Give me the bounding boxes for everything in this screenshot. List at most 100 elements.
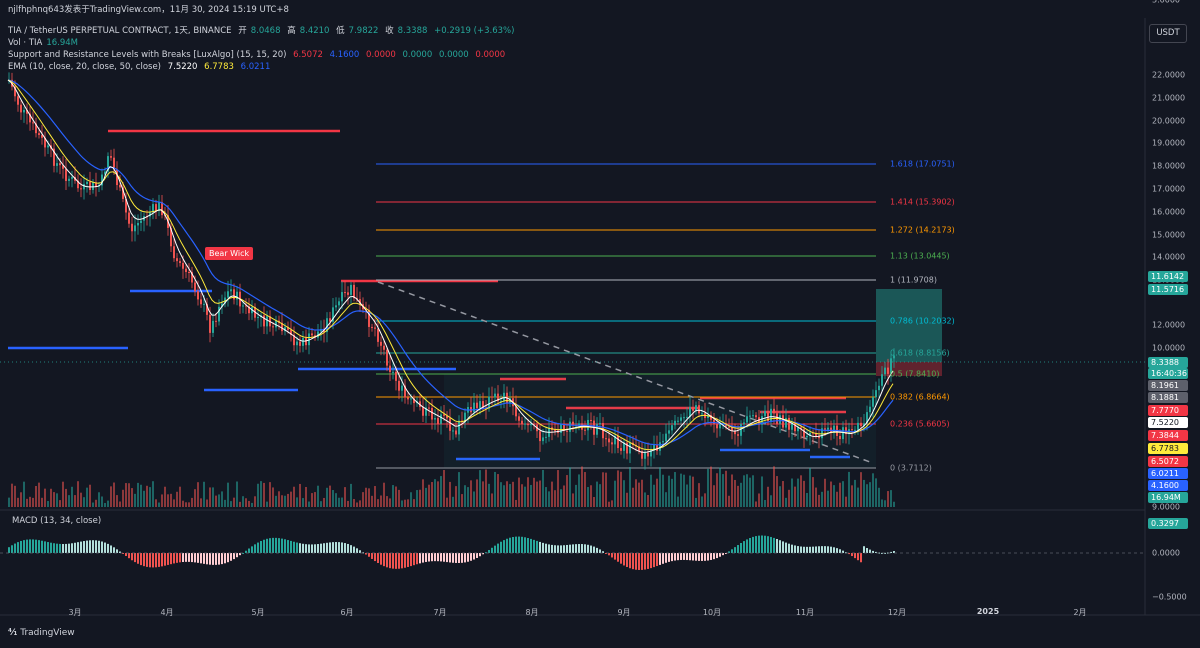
volume-bar (446, 497, 448, 507)
volume-bar (80, 492, 82, 507)
macd-bar (368, 553, 370, 557)
macd-bar (854, 553, 856, 559)
price-tick: 21.0000 (1152, 93, 1186, 103)
macd-bar (185, 553, 187, 562)
macd-bar (671, 553, 673, 562)
price-tick: 14.0000 (1152, 252, 1186, 262)
macd-bar (479, 553, 481, 557)
volume-bar (467, 487, 469, 507)
volume-bar (860, 472, 862, 507)
volume-bar (722, 474, 724, 507)
volume-bar (821, 491, 823, 507)
volume-bar (512, 481, 514, 507)
candle-body (566, 430, 568, 432)
macd-bar (53, 543, 55, 553)
volume-bar (659, 467, 661, 507)
volume-bar (305, 486, 307, 507)
volume-bar (758, 493, 760, 507)
volume-bar (602, 472, 604, 507)
macd-bar (773, 537, 775, 553)
volume-bar (629, 467, 631, 507)
candle-body (452, 430, 454, 432)
volume-bar (146, 485, 148, 507)
volume-bar (434, 479, 436, 507)
volume-bar (8, 497, 10, 507)
macd-bar (443, 553, 445, 562)
price-tag: 6.0211 (1148, 468, 1188, 479)
candle-body (752, 415, 754, 417)
price-chart-svg[interactable] (0, 0, 1200, 648)
macd-bar (182, 553, 184, 563)
volume-bar (551, 481, 553, 507)
volume-bar (812, 477, 814, 507)
volume-bar (392, 485, 394, 507)
volume-bar (815, 487, 817, 507)
macd-bar (125, 553, 127, 557)
macd-bar (338, 542, 340, 553)
macd-bar (167, 553, 169, 565)
volume-bar (611, 500, 613, 507)
ema-legend[interactable]: EMA (10, close, 20, close, 50, close) 7.… (8, 62, 274, 73)
candle-body (674, 420, 676, 426)
volume-bar (161, 494, 163, 507)
tradingview-logo[interactable]: ⁴⁄₁ TradingView (8, 628, 75, 638)
macd-bar (575, 544, 577, 553)
macd-bar (401, 553, 403, 569)
volume-bar (755, 501, 757, 507)
price-tag: 7.5220 (1148, 417, 1188, 428)
macd-bar (638, 553, 640, 570)
macd-bar (533, 539, 535, 553)
candle-body (86, 181, 88, 185)
macd-bar (371, 553, 373, 559)
sr-legend[interactable]: Support and Resistance Levels with Break… (8, 50, 509, 61)
volume-bar (851, 485, 853, 507)
symbol-title[interactable]: TIA / TetherUS PERPETUAL CONTRACT, 1天, B… (8, 26, 232, 36)
macd-bar (290, 540, 292, 553)
volume-bar (236, 481, 238, 507)
volume-bar (425, 487, 427, 507)
macd-bar (794, 545, 796, 553)
macd-bar (164, 553, 166, 566)
macd-bar (26, 539, 28, 553)
volume-bar (665, 492, 667, 507)
volume-bar (140, 484, 142, 507)
macd-bar (746, 539, 748, 553)
macd-bar (620, 553, 622, 564)
volume-legend[interactable]: Vol · TIA 16.94M (8, 38, 82, 49)
volume-bar (533, 477, 535, 507)
candle-body (476, 402, 478, 409)
macd-bar (740, 542, 742, 553)
macd-bar (257, 542, 259, 553)
candle-body (209, 314, 211, 333)
currency-button[interactable]: USDT (1149, 24, 1187, 43)
macd-bar (83, 541, 85, 553)
macd-bar (110, 545, 112, 553)
volume-bar (590, 485, 592, 507)
macd-bar (356, 548, 358, 553)
volume-bar (11, 483, 13, 507)
macd-bar (716, 553, 718, 559)
candle-body (230, 289, 232, 292)
macd-bar (212, 553, 214, 565)
symbol-legend[interactable]: TIA / TetherUS PERPETUAL CONTRACT, 1天, B… (8, 26, 518, 37)
macd-legend[interactable]: MACD (13, 34, close) (12, 516, 101, 526)
candle-body (887, 367, 889, 374)
macd-bar (596, 547, 598, 553)
candle-body (872, 397, 874, 407)
macd-bar (488, 549, 490, 553)
candle-body (599, 423, 601, 425)
candle-body (140, 220, 142, 223)
price-tick: 9.0000 (1152, 502, 1180, 512)
macd-bar (59, 543, 61, 553)
volume-bar (599, 484, 601, 507)
macd-bar (659, 553, 661, 565)
macd-bar (467, 553, 469, 562)
chart-canvas[interactable]: njlfhphnq643发表于TradingView.com，11月 30, 2… (0, 0, 1200, 648)
macd-bar (137, 553, 139, 564)
candle-body (335, 305, 337, 308)
fib-level-label: 1 (11.9708) (890, 275, 937, 285)
fib-level-label: 0 (3.7112) (890, 463, 932, 473)
macd-bar (155, 553, 157, 568)
macd-bar (326, 542, 328, 553)
macd-bar (632, 553, 634, 570)
